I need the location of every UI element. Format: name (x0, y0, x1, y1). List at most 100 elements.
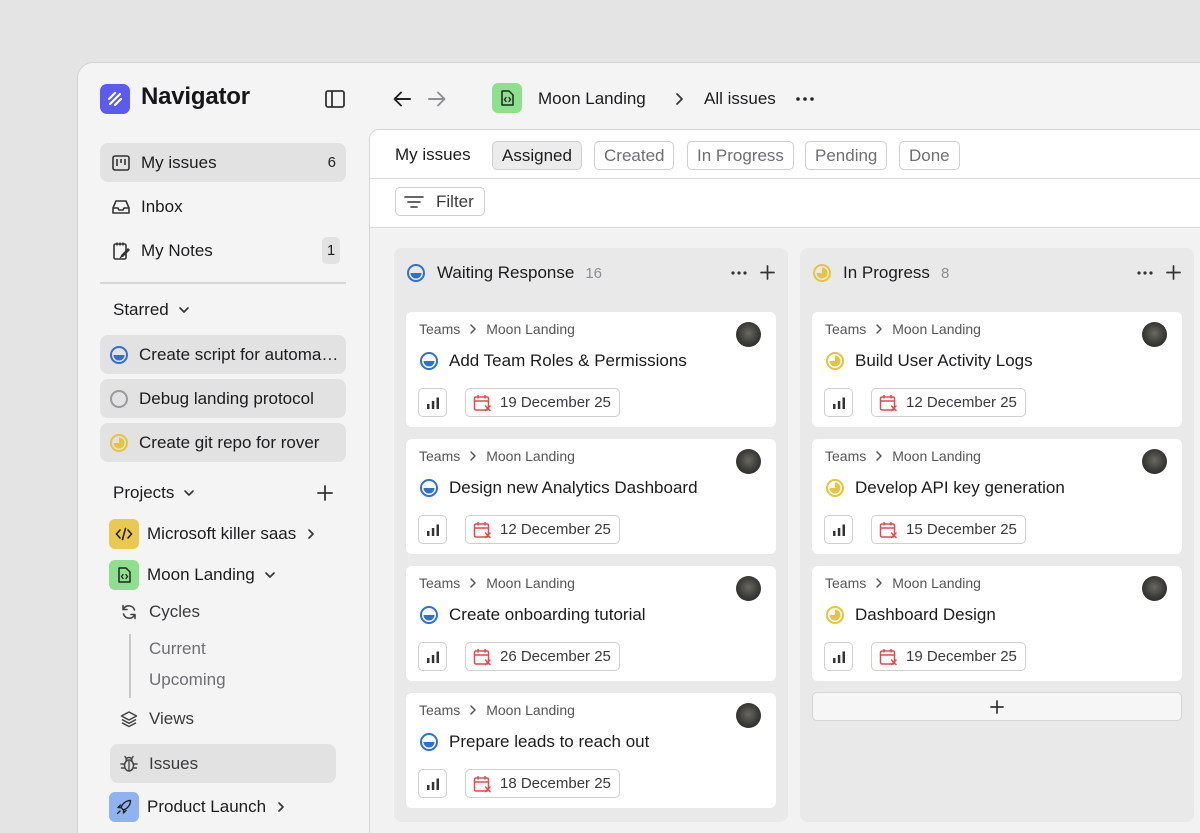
assignee-avatar[interactable] (736, 576, 761, 601)
assignee-avatar[interactable] (1142, 449, 1167, 474)
layers-icon (119, 709, 139, 729)
breadcrumb-current[interactable]: All issues (704, 89, 776, 109)
issue-card[interactable]: Teams Moon Landing Add Team Roles & Permi… (406, 312, 776, 427)
card-title-text: Design new Analytics Dashboard (449, 478, 698, 497)
sidebar-toggle-icon[interactable] (324, 88, 346, 110)
issue-card[interactable]: Teams Moon Landing Dashboard Design 19 De… (812, 566, 1182, 681)
card-title: Dashboard Design (825, 605, 996, 625)
back-arrow-icon[interactable] (391, 88, 413, 110)
due-date-button[interactable]: 18 December 25 (465, 769, 620, 798)
sidebar-item-label: My issues (141, 152, 217, 172)
project-views[interactable]: Views (119, 706, 194, 732)
issue-card[interactable]: Teams Moon Landing Prepare leads to reach… (406, 693, 776, 808)
projects-heading: Projects (113, 483, 175, 502)
project-item-product-launch[interactable]: Product Launch (109, 792, 288, 822)
card-team: Teams (419, 448, 461, 464)
chevron-right-icon (874, 450, 884, 462)
priority-button[interactable] (418, 642, 447, 671)
breadcrumb-project[interactable]: Moon Landing (538, 89, 646, 109)
priority-bars-icon (832, 397, 845, 409)
card-breadcrumb: Teams Moon Landing (419, 448, 575, 464)
starred-item[interactable]: Debug landing protocol (100, 379, 346, 418)
plus-icon (990, 699, 1004, 714)
starred-item[interactable]: Create git repo for rover (100, 423, 346, 462)
sidebar-divider (100, 282, 346, 284)
project-item-microsoft-killer-saas[interactable]: Microsoft killer saas (109, 519, 318, 549)
starred-item[interactable]: Create script for automation (100, 335, 346, 374)
issue-card[interactable]: Teams Moon Landing Develop API key genera… (812, 439, 1182, 554)
due-date-button[interactable]: 19 December 25 (871, 642, 1026, 671)
cycle-upcoming[interactable]: Upcoming (149, 670, 226, 690)
due-date-button[interactable]: 26 December 25 (465, 642, 620, 671)
sidebar-item-my-issues[interactable]: My issues 6 (100, 143, 346, 182)
cycle-current[interactable]: Current (149, 639, 206, 659)
calendar-overdue-icon (879, 394, 897, 411)
tab-pending[interactable]: Pending (805, 141, 888, 170)
starred-item-label: Create script for automation (139, 344, 339, 364)
assignee-avatar[interactable] (736, 322, 761, 347)
priority-button[interactable] (418, 515, 447, 544)
status-in-review-icon (420, 352, 438, 370)
add-card-button[interactable] (812, 692, 1182, 721)
issue-card[interactable]: Teams Moon Landing Create onboarding tuto… (406, 566, 776, 681)
project-item-moon-landing[interactable]: Moon Landing (109, 560, 277, 590)
due-date-button[interactable]: 12 December 25 (465, 515, 620, 544)
due-date: 15 December 25 (906, 521, 1017, 538)
column-count: 8 (940, 264, 950, 282)
card-title-text: Dashboard Design (855, 605, 996, 624)
priority-bars-icon (426, 778, 439, 790)
card-team: Teams (419, 702, 461, 718)
status-in-review-icon (407, 264, 425, 282)
tab-in-progress[interactable]: In Progress (687, 141, 794, 170)
sidebar-item-inbox[interactable]: Inbox (100, 187, 346, 226)
card-title-text: Build User Activity Logs (855, 351, 1033, 370)
forward-arrow-icon[interactable] (426, 88, 448, 110)
priority-button[interactable] (418, 769, 447, 798)
card-project: Moon Landing (892, 448, 981, 464)
assignee-avatar[interactable] (736, 449, 761, 474)
due-date-button[interactable]: 19 December 25 (465, 388, 620, 417)
due-date-button[interactable]: 15 December 25 (871, 515, 1026, 544)
app-name: Navigator (141, 83, 250, 110)
project-cycles[interactable]: Cycles (119, 599, 200, 625)
starred-item-label: Debug landing protocol (139, 388, 314, 408)
code-file-icon (492, 83, 522, 113)
column-header: In Progress 8 (812, 262, 949, 284)
tab-done[interactable]: Done (899, 141, 960, 170)
card-title-text: Add Team Roles & Permissions (449, 351, 687, 370)
card-breadcrumb: Teams Moon Landing (419, 575, 575, 591)
projects-section-toggle[interactable]: Projects (113, 483, 196, 503)
add-project-icon[interactable] (316, 484, 334, 502)
priority-bars-icon (832, 651, 845, 663)
filter-button[interactable]: Filter (395, 187, 485, 216)
card-title-text: Develop API key generation (855, 478, 1065, 497)
priority-button[interactable] (824, 388, 853, 417)
starred-heading: Starred (113, 300, 169, 319)
priority-button[interactable] (418, 388, 447, 417)
priority-button[interactable] (824, 642, 853, 671)
main-panel: My issues Assigned Created In Progress P… (369, 129, 1200, 833)
tab-created[interactable]: Created (594, 141, 675, 170)
assignee-avatar[interactable] (1142, 576, 1167, 601)
assignee-avatar[interactable] (1142, 322, 1167, 347)
status-in-progress-icon (826, 606, 844, 624)
more-horizontal-icon[interactable] (794, 91, 816, 107)
more-horizontal-icon[interactable] (730, 266, 748, 280)
refresh-icon (119, 602, 139, 622)
tab-assigned[interactable]: Assigned (492, 141, 582, 170)
inbox-icon (110, 196, 132, 218)
issue-card[interactable]: Teams Moon Landing Design new Analytics D… (406, 439, 776, 554)
card-breadcrumb: Teams Moon Landing (419, 321, 575, 337)
chevron-right-icon (468, 450, 478, 462)
assignee-avatar[interactable] (736, 703, 761, 728)
due-date-button[interactable]: 12 December 25 (871, 388, 1026, 417)
sidebar-item-my-notes[interactable]: My Notes 1 (100, 231, 346, 270)
more-horizontal-icon[interactable] (1136, 266, 1154, 280)
project-issues[interactable]: Issues (110, 744, 336, 783)
add-issue-icon[interactable] (1165, 264, 1182, 281)
starred-section-toggle[interactable]: Starred (113, 300, 191, 320)
issue-card[interactable]: Teams Moon Landing Build User Activity Lo… (812, 312, 1182, 427)
due-date: 12 December 25 (906, 394, 1017, 411)
add-issue-icon[interactable] (759, 264, 776, 281)
priority-button[interactable] (824, 515, 853, 544)
